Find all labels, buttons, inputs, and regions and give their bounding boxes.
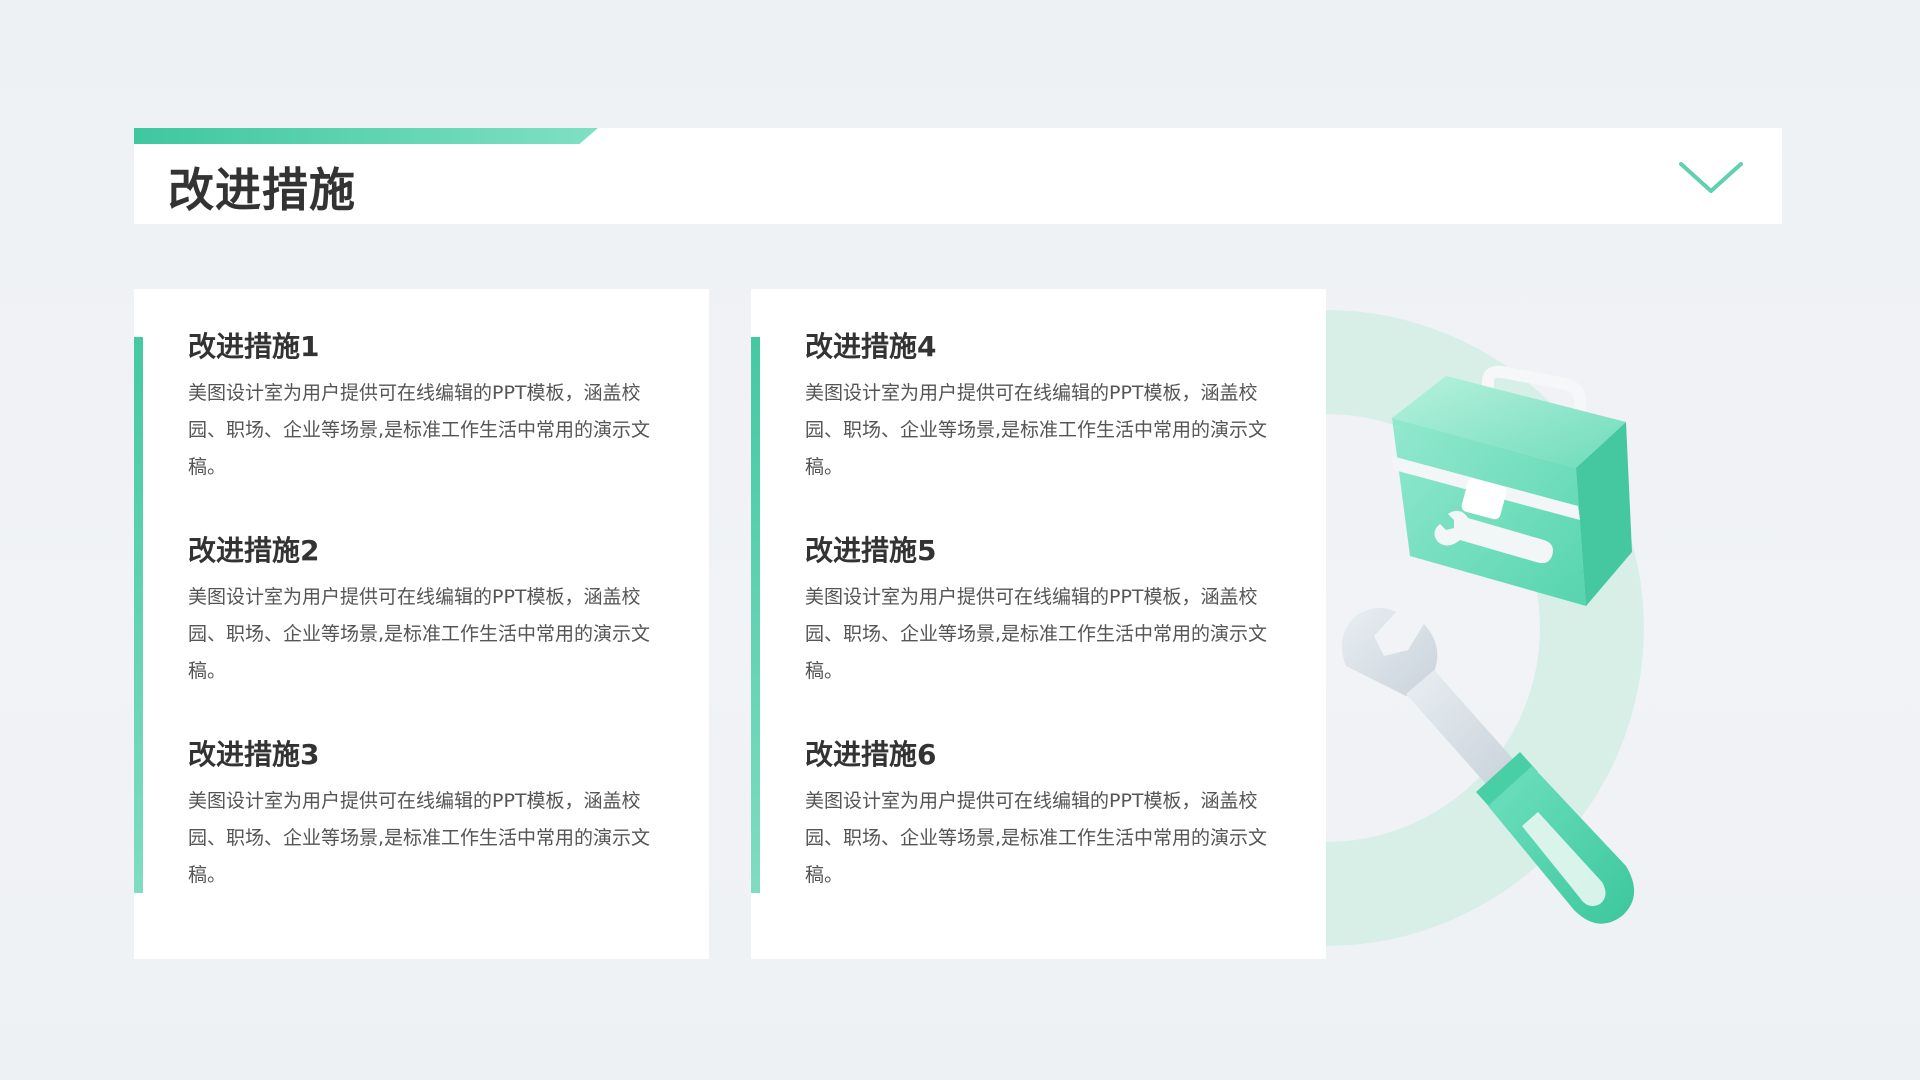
measure-title: 改进措施6 bbox=[805, 738, 937, 771]
measure-description: 美图设计室为用户提供可在线编辑的PPT模板，涵盖校园、职场、企业等场景,是标准工… bbox=[805, 586, 1268, 682]
toolbox-icon bbox=[1392, 365, 1632, 606]
card-accent-bar bbox=[134, 337, 143, 893]
measure-item-3: 改进措施3 美图设计室为用户提供可在线编辑的PPT模板，涵盖校园、职场、企业等场… bbox=[188, 737, 668, 894]
header-bar: 改进措施 bbox=[134, 128, 1782, 224]
slide: 改进措施 改进措施1 美图设计室为用户提供可在线编辑的PPT模板，涵盖校园、职场… bbox=[0, 0, 1920, 1080]
measure-item-2: 改进措施2 美图设计室为用户提供可在线编辑的PPT模板，涵盖校园、职场、企业等场… bbox=[188, 533, 668, 690]
measure-title: 改进措施5 bbox=[805, 534, 937, 567]
measure-item-6: 改进措施6 美图设计室为用户提供可在线编辑的PPT模板，涵盖校园、职场、企业等场… bbox=[805, 737, 1285, 894]
tools-illustration bbox=[1326, 310, 1644, 946]
measure-item-5: 改进措施5 美图设计室为用户提供可在线编辑的PPT模板，涵盖校园、职场、企业等场… bbox=[805, 533, 1285, 690]
measure-description: 美图设计室为用户提供可在线编辑的PPT模板，涵盖校园、职场、企业等场景,是标准工… bbox=[188, 586, 651, 682]
measure-description: 美图设计室为用户提供可在线编辑的PPT模板，涵盖校园、职场、企业等场景,是标准工… bbox=[805, 382, 1268, 478]
chevron-down-icon bbox=[1679, 162, 1743, 193]
measures-card-right: 改进措施4 美图设计室为用户提供可在线编辑的PPT模板，涵盖校园、职场、企业等场… bbox=[751, 289, 1326, 959]
card-accent-bar bbox=[751, 337, 760, 893]
measure-description: 美图设计室为用户提供可在线编辑的PPT模板，涵盖校园、职场、企业等场景,是标准工… bbox=[188, 382, 651, 478]
page-title: 改进措施 bbox=[168, 163, 356, 217]
measure-title: 改进措施3 bbox=[188, 738, 320, 771]
measure-title: 改进措施1 bbox=[188, 330, 320, 363]
header-accent-stripe bbox=[134, 128, 598, 144]
measure-item-4: 改进措施4 美图设计室为用户提供可在线编辑的PPT模板，涵盖校园、职场、企业等场… bbox=[805, 329, 1285, 486]
measure-title: 改进措施4 bbox=[805, 330, 937, 363]
measure-description: 美图设计室为用户提供可在线编辑的PPT模板，涵盖校园、职场、企业等场景,是标准工… bbox=[188, 790, 651, 886]
measures-card-left: 改进措施1 美图设计室为用户提供可在线编辑的PPT模板，涵盖校园、职场、企业等场… bbox=[134, 289, 709, 959]
measure-title: 改进措施2 bbox=[188, 534, 320, 567]
measure-item-1: 改进措施1 美图设计室为用户提供可在线编辑的PPT模板，涵盖校园、职场、企业等场… bbox=[188, 329, 668, 486]
measure-description: 美图设计室为用户提供可在线编辑的PPT模板，涵盖校园、职场、企业等场景,是标准工… bbox=[805, 790, 1268, 886]
